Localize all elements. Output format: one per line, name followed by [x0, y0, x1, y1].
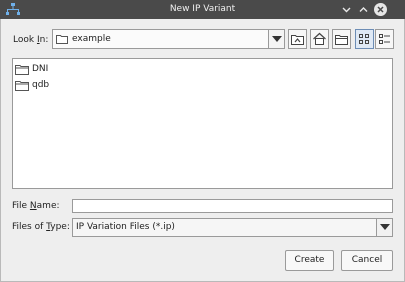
details-view-button[interactable]	[375, 29, 394, 49]
minimize-button[interactable]	[339, 2, 354, 17]
title-bar: New IP Variant	[0, 0, 405, 19]
folder-up-icon	[291, 35, 304, 45]
file-name: DNI	[32, 64, 49, 74]
up-one-level-button[interactable]	[288, 29, 307, 49]
file-name-input[interactable]	[72, 199, 393, 213]
details-view-icon	[379, 34, 390, 44]
file-type-dropdown-button[interactable]	[376, 219, 392, 236]
create-button[interactable]: Create	[285, 250, 334, 271]
home-icon	[313, 32, 326, 45]
dropdown-arrow-icon	[272, 36, 282, 42]
chevron-up-icon	[359, 7, 368, 12]
cancel-button[interactable]: Cancel	[341, 250, 393, 271]
look-in-value: example	[72, 34, 111, 44]
new-folder-icon	[335, 35, 348, 45]
look-in-dropdown-button[interactable]	[268, 30, 284, 48]
folder-icon	[56, 35, 68, 44]
maximize-button[interactable]	[356, 2, 371, 17]
new-folder-button[interactable]	[332, 29, 351, 49]
close-icon	[374, 3, 387, 16]
look-in-dropdown[interactable]: example	[52, 29, 285, 49]
close-button[interactable]	[373, 2, 388, 17]
file-name-label: File Name:	[12, 201, 60, 211]
dropdown-arrow-icon	[380, 224, 390, 230]
folder-icon	[15, 81, 29, 91]
folder-icon	[15, 65, 29, 75]
file-type-dropdown[interactable]: IP Variation Files (*.ip)	[72, 218, 393, 237]
file-type-value: IP Variation Files (*.ip)	[76, 222, 175, 232]
list-view-icon	[359, 34, 369, 44]
chevron-down-icon	[342, 7, 351, 13]
file-list[interactable]: DNI qdb	[12, 58, 393, 189]
look-in-label: Look In:	[13, 35, 49, 45]
file-type-label: Files of Type:	[12, 222, 70, 232]
list-view-button[interactable]	[355, 29, 374, 49]
file-name: qdb	[32, 80, 50, 90]
home-button[interactable]	[310, 29, 329, 49]
